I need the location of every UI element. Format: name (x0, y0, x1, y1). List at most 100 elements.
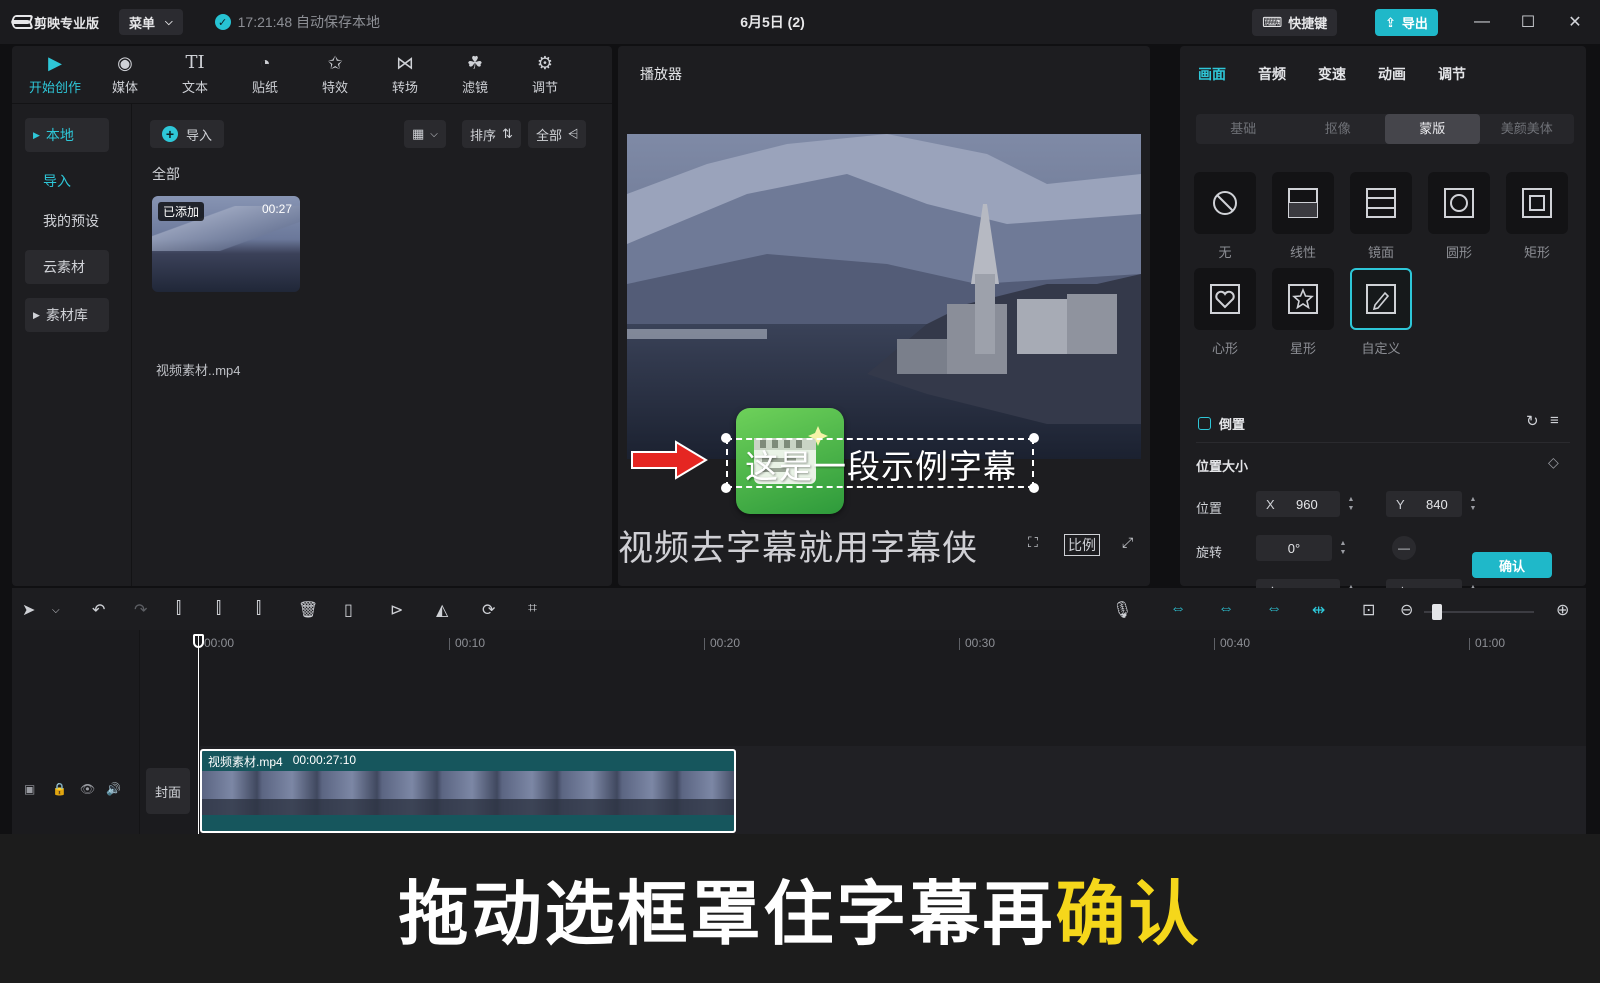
tab-adjust[interactable]: ⚙ 调节 (510, 46, 580, 103)
lock-icon[interactable]: 🔒 (52, 782, 67, 796)
cover-button[interactable]: 封面 (146, 768, 190, 814)
split-right-icon[interactable]: ⫿ (256, 600, 261, 618)
timeline-video-clip[interactable]: 视频素材.mp4 00:00:27:10 (200, 749, 736, 833)
menu-button[interactable]: 菜单 ⌵ (119, 9, 183, 35)
segment-mask[interactable]: 蒙版 (1385, 114, 1480, 144)
nav-library[interactable]: ▶ 素材库 (25, 298, 109, 332)
view-toggle[interactable]: ▦ ⌵ (404, 120, 446, 148)
resize-handle[interactable] (1029, 433, 1039, 443)
tab-sticker[interactable]: ◔ 贴纸 (230, 46, 300, 103)
x-stepper[interactable]: ▲ ▼ (1344, 491, 1358, 517)
zoom-in-icon[interactable]: ⊕ (1556, 600, 1569, 620)
fullscreen-icon[interactable]: ⤢ (1122, 534, 1133, 551)
tab-start[interactable]: ▶ 开始创作 (20, 46, 90, 103)
reset-icon[interactable]: ↻ (1526, 412, 1539, 430)
sort-button[interactable]: 排序 ⇅ (462, 120, 521, 148)
segment-cutout[interactable]: 抠像 (1291, 114, 1386, 144)
redo-icon[interactable]: ↷ (134, 600, 147, 620)
reverse-play-icon[interactable]: ⊳ (390, 600, 403, 620)
diamond-keyframe-icon[interactable]: ◇ (1548, 454, 1559, 471)
confirm-button[interactable]: 确认 (1472, 552, 1552, 578)
resize-handle[interactable] (1029, 483, 1039, 493)
mask-circle[interactable]: 圆形 (1428, 172, 1490, 261)
mask-star[interactable]: 星形 (1272, 268, 1334, 357)
zoom-slider-handle[interactable] (1432, 604, 1442, 620)
tab-speed[interactable]: 变速 (1318, 64, 1346, 84)
tab-adjust[interactable]: 调节 (1438, 64, 1466, 84)
freeze-frame-icon[interactable]: ▯ (344, 600, 353, 620)
tab-animation[interactable]: 动画 (1378, 64, 1406, 84)
rotate-icon[interactable]: ⟳ (482, 600, 495, 620)
mask-mirror[interactable]: 镜面 (1350, 172, 1412, 261)
link-main-track-icon[interactable]: ⇔ (1170, 600, 1186, 618)
select-cursor-icon[interactable]: ➤ (22, 600, 35, 620)
split-icon[interactable]: ⫿ (176, 600, 181, 618)
nav-cloud[interactable]: 云素材 (25, 250, 109, 284)
mask-rectangle[interactable]: 矩形 (1506, 172, 1568, 261)
resize-handle[interactable] (721, 433, 731, 443)
crop-icon[interactable]: ⌗ (528, 600, 537, 618)
segment-beauty[interactable]: 美颜美体 (1480, 114, 1575, 144)
fit-screen-icon[interactable]: ⛶ (1028, 534, 1038, 551)
auto-snap-icon[interactable]: ⇔ (1218, 600, 1234, 618)
maximize-icon[interactable]: ☐ (1516, 10, 1540, 34)
zoom-out-icon[interactable]: ⊖ (1400, 600, 1413, 620)
undo-icon[interactable]: ↶ (92, 600, 105, 620)
delete-icon[interactable]: 🗑 (298, 600, 318, 620)
segment-basic[interactable]: 基础 (1196, 114, 1291, 144)
export-button[interactable]: ⇪ 导出 (1375, 9, 1438, 36)
nav-local[interactable]: ▶ 本地 (25, 118, 109, 152)
nav-import[interactable]: 导入 (25, 164, 109, 198)
tab-text[interactable]: TI 文本 (160, 46, 230, 103)
section-all-label: 全部 (152, 166, 180, 182)
tab-audio[interactable]: 音频 (1258, 64, 1286, 84)
linear-mask-icon (1288, 188, 1318, 218)
video-preview[interactable] (627, 134, 1141, 459)
tab-picture[interactable]: 画面 (1198, 64, 1226, 84)
media-clip-thumbnail[interactable]: 已添加 00:27 (152, 196, 300, 292)
invert-checkbox[interactable] (1198, 417, 1211, 430)
resize-handle[interactable] (721, 483, 731, 493)
ruler-label: 00:40 (1220, 636, 1251, 650)
track-toggle-icon[interactable]: ▣ (24, 782, 35, 796)
playhead[interactable] (198, 636, 199, 836)
mask-heart[interactable]: 心形 (1194, 268, 1256, 357)
mask-custom[interactable]: 自定义 (1350, 268, 1412, 357)
nav-label: 云素材 (43, 259, 85, 275)
close-icon[interactable]: ✕ (1563, 10, 1587, 34)
invert-option[interactable]: 倒置 (1198, 414, 1245, 433)
position-y-input[interactable]: Y 840 (1386, 491, 1462, 517)
import-button[interactable]: + 导入 (150, 120, 224, 148)
rotation-stepper[interactable]: ▲ ▼ (1336, 535, 1350, 561)
sort-label: 排序 (470, 127, 497, 143)
ratio-button[interactable]: 比例 (1064, 534, 1100, 556)
keyframe-icon[interactable]: ≡ (1550, 412, 1559, 429)
speaker-icon[interactable]: 🔊 (106, 782, 121, 796)
tab-effects[interactable]: ✩ 特效 (300, 46, 370, 103)
playhead-handle[interactable] (193, 634, 204, 648)
chevron-down-icon[interactable]: ⌵ (52, 605, 60, 616)
mask-none[interactable]: 无 (1194, 172, 1256, 261)
mask-linear[interactable]: 线性 (1272, 172, 1334, 261)
rotation-input[interactable]: 0° (1256, 535, 1332, 561)
tab-filter[interactable]: ☘ 滤镜 (440, 46, 510, 103)
filter-all-button[interactable]: 全部 ⩤ (528, 120, 587, 148)
tab-transition[interactable]: ⋈ 转场 (370, 46, 440, 103)
y-stepper[interactable]: ▲ ▼ (1466, 491, 1480, 517)
position-x-input[interactable]: X 960 (1256, 491, 1340, 517)
microphone-icon[interactable]: 🎙 (1112, 600, 1132, 620)
linkage-icon[interactable]: ⇔ (1266, 600, 1282, 618)
eye-icon[interactable]: 👁 (80, 782, 95, 796)
tab-media[interactable]: ◉ 媒体 (90, 46, 160, 103)
preview-axis-icon[interactable]: ⇹ (1312, 600, 1325, 620)
caption-highlight: 确认 (1055, 873, 1202, 955)
rotate-dial-icon[interactable]: — (1392, 536, 1416, 560)
mirror-icon[interactable]: ◭ (436, 600, 448, 620)
mask-label: 无 (1218, 245, 1232, 260)
split-left-icon[interactable]: ⫿ (216, 600, 221, 618)
shortcut-button[interactable]: ⌨ 快捷键 (1252, 9, 1338, 36)
fit-timeline-icon[interactable]: ⊡ (1362, 600, 1375, 620)
minimize-icon[interactable]: — (1470, 10, 1494, 34)
nav-presets[interactable]: 我的预设 (25, 204, 109, 238)
mask-selection-box[interactable] (726, 438, 1034, 488)
